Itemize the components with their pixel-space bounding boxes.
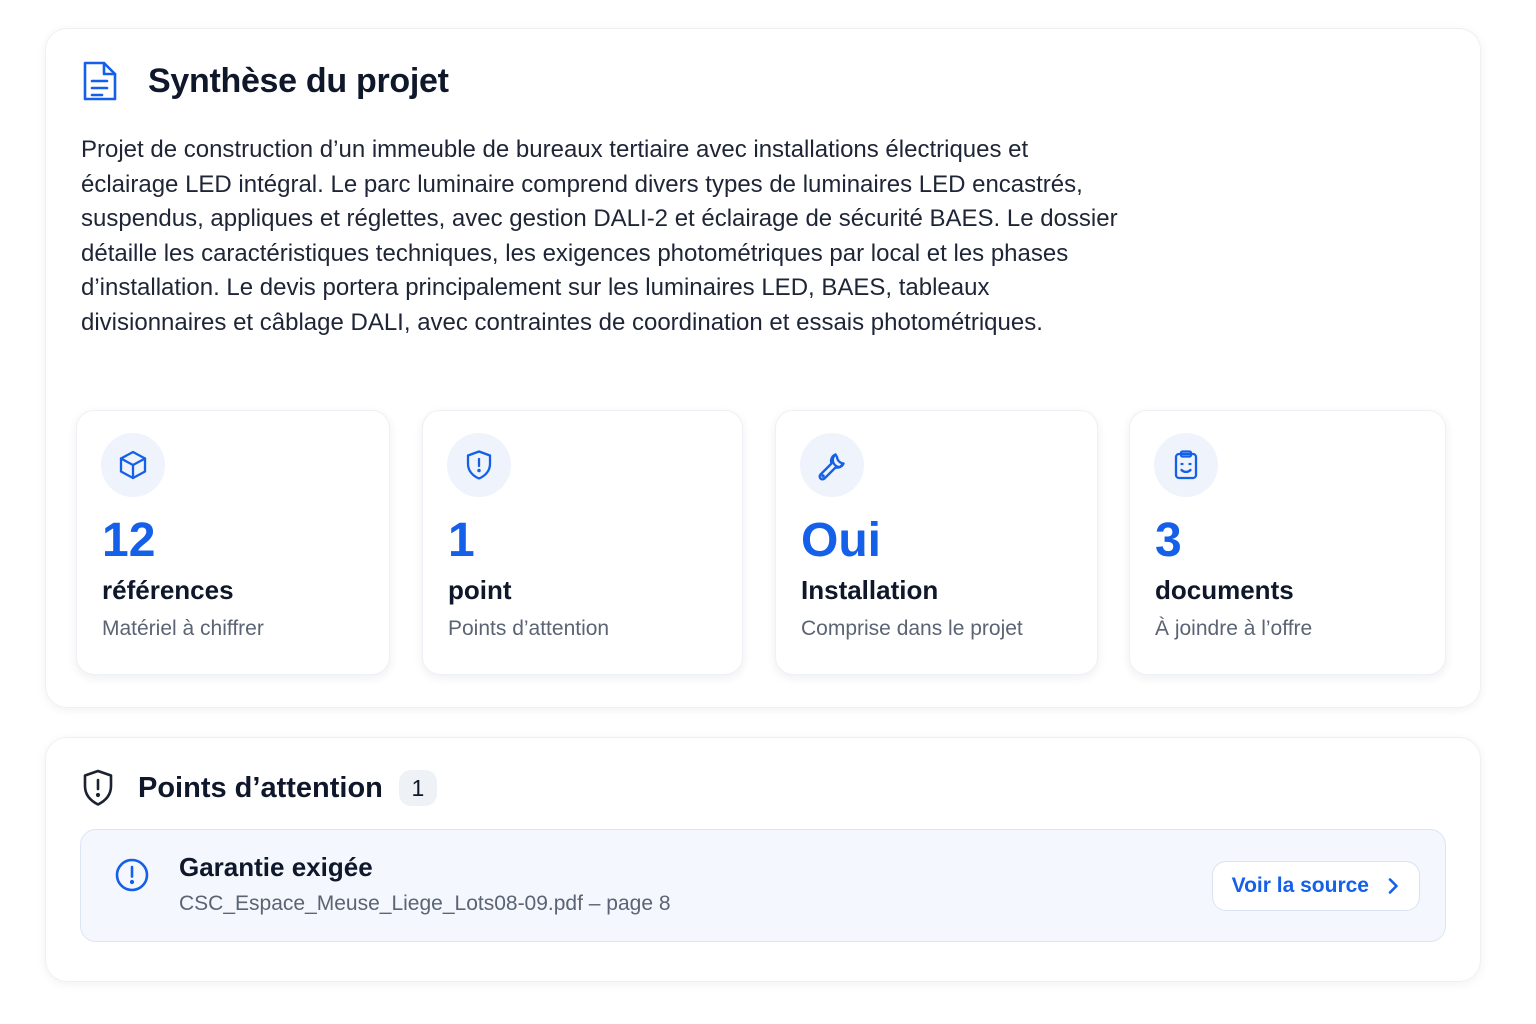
shield-alert-icon xyxy=(447,433,511,497)
project-description: Projet de construction d’un immeuble de … xyxy=(81,136,1118,336)
stat-label: références xyxy=(102,575,234,605)
chevron-right-icon xyxy=(1385,876,1401,896)
stat-value: 12 xyxy=(102,514,156,567)
attention-item-source: CSC_Espace_Meuse_Liege_Lots08-09.pdf – p… xyxy=(179,892,671,915)
stat-label: documents xyxy=(1155,575,1294,605)
stat-card-installation: Oui Installation Comprise dans le projet xyxy=(775,410,1098,675)
stat-sublabel: À joindre à l’offre xyxy=(1155,617,1313,640)
stat-label: point xyxy=(448,575,512,605)
document-icon xyxy=(80,59,120,103)
stat-sublabel: Matériel à chiffrer xyxy=(102,617,264,640)
stat-card-documents: 3 documents À joindre à l’offre xyxy=(1129,410,1446,675)
view-source-label: Voir la source xyxy=(1231,874,1369,897)
wrench-icon xyxy=(800,433,864,497)
page-title: Synthèse du projet xyxy=(148,61,449,100)
shield-alert-icon xyxy=(80,768,116,808)
project-summary-card: Synthèse du projet Projet de constructio… xyxy=(45,28,1481,708)
attention-points-card: Points d’attention 1 Garantie exigée CSC… xyxy=(45,737,1481,982)
cube-icon xyxy=(101,433,165,497)
stat-value: 1 xyxy=(448,514,475,567)
attention-header: Points d’attention 1 xyxy=(80,768,437,808)
summary-header: Synthèse du projet xyxy=(80,59,449,103)
stat-label: Installation xyxy=(801,575,939,605)
attention-item: Garantie exigée CSC_Espace_Meuse_Liege_L… xyxy=(80,829,1446,942)
stat-card-references: 12 références Matériel à chiffrer xyxy=(76,410,390,675)
clipboard-icon xyxy=(1154,433,1218,497)
info-circle-icon xyxy=(114,857,150,893)
stat-value: 3 xyxy=(1155,514,1182,567)
stat-value: Oui xyxy=(801,514,881,567)
attention-item-title: Garantie exigée xyxy=(179,852,373,882)
view-source-button[interactable]: Voir la source xyxy=(1211,861,1420,911)
stat-card-attention-points: 1 point Points d’attention xyxy=(422,410,743,675)
stat-sublabel: Comprise dans le projet xyxy=(801,617,1023,640)
count-badge: 1 xyxy=(398,770,437,806)
stat-sublabel: Points d’attention xyxy=(448,617,610,640)
section-title: Points d’attention xyxy=(138,771,383,804)
